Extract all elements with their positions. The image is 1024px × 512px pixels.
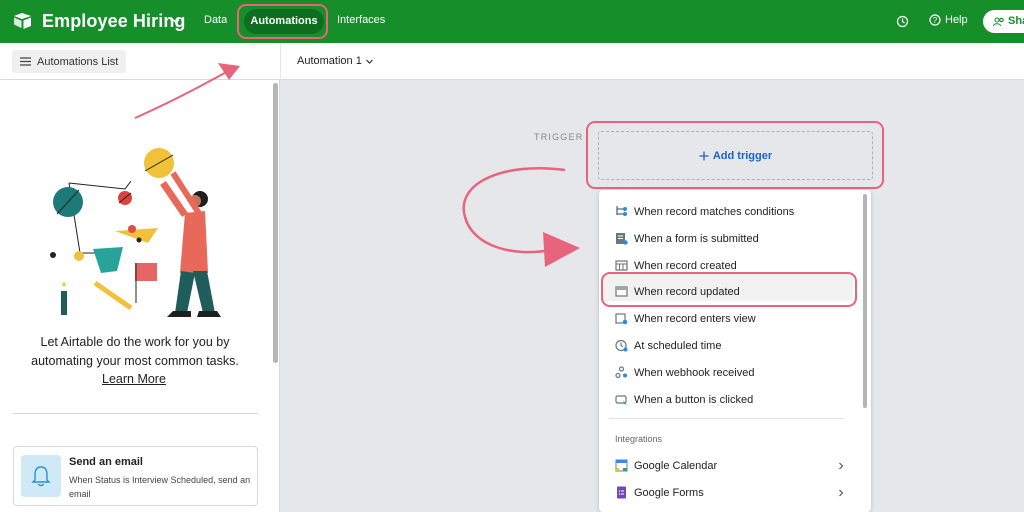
option-label: When webhook received	[634, 366, 755, 379]
trigger-option-webhook[interactable]: When webhook received	[615, 366, 754, 379]
option-label: When record created	[634, 259, 737, 272]
trigger-option-button-clicked[interactable]: When a button is clicked	[615, 393, 753, 406]
chevron-right-icon	[839, 462, 844, 470]
annotation-arrow-curved	[462, 166, 580, 267]
sidebar-scrollbar[interactable]	[273, 83, 278, 363]
view-icon	[615, 313, 628, 325]
promo-text: Let Airtable do the work for you by auto…	[31, 335, 239, 368]
trigger-option-scheduled-time[interactable]: At scheduled time	[615, 339, 721, 352]
google-forms-icon	[617, 486, 626, 499]
integration-google-calendar[interactable]: Google Calendar	[615, 459, 717, 472]
dropdown-divider	[609, 418, 845, 419]
automations-list-label: Automations List	[37, 55, 119, 68]
option-label: When record enters view	[634, 312, 756, 325]
top-bar: Employee Hiring Data Automations Interfa…	[0, 0, 1024, 43]
airtable-logo-icon[interactable]	[13, 12, 33, 30]
annotation-highlight-automations	[237, 4, 328, 39]
share-button[interactable]: Sha	[983, 10, 1024, 33]
automations-list-button[interactable]: Automations List	[12, 50, 127, 73]
card-title: Send an email	[69, 456, 143, 468]
card-description: When Status is Interview Scheduled, send…	[69, 475, 251, 499]
option-label: Google Calendar	[634, 459, 718, 472]
automation-name: Automation 1	[297, 55, 362, 67]
sidebar-divider	[12, 413, 258, 414]
chevron-right-icon	[839, 489, 844, 497]
integrations-section-label: Integrations	[615, 434, 663, 444]
bell-icon	[31, 466, 51, 487]
dropdown-scrollbar[interactable]	[863, 194, 867, 408]
annotation-highlight-add-trigger	[586, 121, 884, 189]
help-button[interactable]: ? Help	[929, 14, 968, 26]
share-label: Sha	[1008, 15, 1024, 27]
option-label: Google Forms	[634, 486, 704, 499]
conditions-icon	[616, 206, 627, 216]
users-icon	[993, 16, 1004, 26]
automation-name-dropdown[interactable]: Automation 1	[297, 55, 374, 67]
nav-data[interactable]: Data	[204, 14, 227, 26]
trigger-option-enters-view[interactable]: When record enters view	[615, 312, 756, 325]
option-label: When record matches conditions	[634, 205, 795, 218]
record-created-icon	[615, 260, 628, 271]
card-icon-box	[21, 455, 61, 497]
integration-google-forms[interactable]: Google Forms	[615, 486, 704, 499]
trigger-option-form-submitted[interactable]: When a form is submitted	[615, 232, 759, 245]
help-label: Help	[945, 14, 968, 26]
trigger-dropdown: When record matches conditions When a fo…	[599, 190, 871, 512]
annotation-highlight-record-updated	[601, 272, 857, 307]
trigger-option-record-created[interactable]: When record created	[615, 259, 737, 272]
automation-header: Automation 1	[281, 43, 1024, 80]
trigger-option-matches-conditions[interactable]: When record matches conditions	[615, 205, 794, 218]
chevron-down-icon[interactable]	[171, 16, 181, 26]
clock-icon	[615, 339, 628, 352]
button-icon	[615, 395, 627, 405]
svg-text:?: ?	[933, 16, 938, 25]
annotation-arrow-top	[134, 63, 240, 119]
chevron-down-icon	[365, 59, 373, 64]
question-icon: ?	[929, 14, 941, 26]
app-title[interactable]: Employee Hiring	[42, 11, 186, 32]
option-label: When a button is clicked	[634, 393, 754, 406]
menu-icon	[20, 57, 31, 66]
trigger-label: TRIGGER	[534, 132, 584, 142]
option-label: When a form is submitted	[634, 232, 759, 245]
option-label: At scheduled time	[634, 339, 722, 352]
history-icon[interactable]	[896, 15, 909, 28]
automation-illustration	[50, 148, 221, 317]
webhook-icon	[615, 366, 627, 379]
google-calendar-icon	[615, 459, 628, 472]
form-icon	[616, 233, 628, 245]
learn-more-link[interactable]: Learn More	[102, 372, 166, 386]
nav-interfaces[interactable]: Interfaces	[337, 14, 385, 26]
automation-card[interactable]: Send an email When Status is Interview S…	[13, 446, 258, 506]
